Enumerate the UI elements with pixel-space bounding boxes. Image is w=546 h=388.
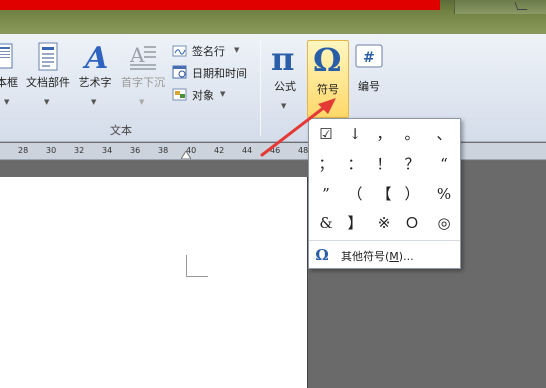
equation-label: 公式	[274, 80, 296, 93]
quickparts-button[interactable]: 文档部件 ▼	[23, 42, 73, 106]
ruler-tick: 36	[130, 146, 141, 155]
ruler-tick: 32	[74, 146, 85, 155]
ruler-tick: 48	[298, 146, 309, 155]
more-symbols-label: 其他符号(M)...	[341, 250, 414, 263]
horizontal-ruler[interactable]: 28 30 32 34 36 38 40 42 44 46 48	[0, 143, 546, 160]
signature-button[interactable]: 签名行 ▼	[172, 42, 262, 60]
more-symbols-item[interactable]: Ω 其他符号(M)...	[309, 242, 460, 268]
signature-icon	[172, 45, 187, 57]
symbol-cell[interactable]: ：	[341, 151, 369, 177]
symbol-dropdown: ☑ ↓，。、 ；：！？ “ ” （【）% &】 ※ Ｏ ◎ Ω 其他符号(M)...	[308, 118, 461, 269]
symbol-cell[interactable]: ！	[370, 151, 398, 177]
chevron-down-icon: ▼	[234, 46, 240, 54]
symbol-cell[interactable]: ）	[398, 181, 426, 207]
wordart-icon: A	[82, 42, 108, 72]
ruler-tick: 44	[242, 146, 253, 155]
title-bar	[0, 0, 546, 34]
symbol-cell[interactable]: &	[312, 210, 340, 236]
chevron-down-icon: ▼	[44, 98, 50, 106]
symbol-cell[interactable]: 。	[398, 121, 426, 147]
symbol-cell[interactable]: （	[341, 181, 369, 207]
group-label-text: 文本	[110, 124, 132, 137]
svg-text:π: π	[271, 42, 294, 76]
symbol-cell[interactable]: ；	[312, 151, 340, 177]
ribbon-insert-tab: 本框 ▼ 文档部件 ▼ A 艺术字 ▼ A 首字下沉 ▼ 签名行 ▼ 日期和时间…	[0, 34, 546, 142]
number-icon: #	[355, 44, 383, 68]
object-button[interactable]: 对象 ▼	[172, 86, 262, 104]
symbol-cell[interactable]: ☑	[312, 121, 340, 147]
symbol-cell[interactable]: 、	[430, 121, 458, 147]
svg-text:Ω: Ω	[313, 43, 341, 77]
symbol-cell[interactable]: ※	[370, 210, 398, 236]
svg-text:A: A	[129, 43, 145, 67]
quickparts-icon	[38, 42, 58, 71]
symbol-cell[interactable]: ”	[312, 181, 340, 207]
symbol-cell[interactable]: ，	[370, 121, 398, 147]
omega-icon: Ω	[313, 43, 341, 77]
equation-button[interactable]: π 公式 ▼	[266, 42, 304, 110]
symbol-cell[interactable]: ◎	[430, 210, 458, 236]
ruler-tick: 34	[102, 146, 113, 155]
chevron-down-icon: ▼	[4, 98, 10, 106]
dropdown-divider	[309, 240, 460, 241]
wordart-label: 艺术字	[78, 76, 112, 89]
omega-icon: Ω	[315, 246, 329, 264]
number-label: 编号	[358, 80, 380, 93]
datetime-icon	[172, 65, 187, 79]
chevron-down-icon: ▼	[325, 101, 331, 109]
wordart-button[interactable]: A 艺术字 ▼	[76, 42, 114, 106]
quickparts-label: 文档部件	[26, 76, 70, 89]
window-controls[interactable]	[454, 0, 546, 14]
margin-corner-mark	[186, 255, 208, 277]
group-separator	[260, 40, 261, 136]
pi-icon: π	[271, 42, 294, 76]
chevron-down-icon: ▼	[220, 90, 226, 98]
symbol-button[interactable]: Ω 符号 ▼	[307, 40, 349, 118]
textbox-icon	[0, 43, 13, 69]
number-button[interactable]: # 编号	[352, 42, 386, 94]
ruler-tick: 42	[214, 146, 225, 155]
ruler-tick: 30	[46, 146, 57, 155]
textbox-button[interactable]: 本框 ▼	[0, 42, 22, 106]
ruler-tick: 38	[158, 146, 169, 155]
chevron-down-icon: ▼	[139, 98, 145, 106]
symbol-cell[interactable]: “	[430, 151, 458, 177]
signature-label: 签名行	[192, 45, 225, 58]
symbol-cell[interactable]: ？	[398, 151, 426, 177]
chevron-down-icon: ▼	[91, 98, 97, 106]
document-page[interactable]	[0, 177, 308, 388]
restore-icon[interactable]	[514, 2, 528, 10]
object-icon	[172, 88, 187, 101]
svg-text:#: #	[363, 50, 375, 66]
ruler-tick: 28	[18, 146, 29, 155]
datetime-label: 日期和时间	[192, 67, 247, 80]
dropcap-button[interactable]: A 首字下沉 ▼	[117, 42, 169, 106]
indent-marker-icon[interactable]	[181, 151, 191, 159]
symbol-cell[interactable]: 【	[370, 181, 398, 207]
ruler-tick: 46	[270, 146, 281, 155]
symbol-cell[interactable]: Ｏ	[398, 210, 426, 236]
symbol-label: 符号	[317, 83, 339, 96]
symbol-cell[interactable]: ↓	[341, 121, 369, 147]
dropcap-label: 首字下沉	[121, 76, 165, 89]
datetime-button[interactable]: 日期和时间	[172, 64, 262, 82]
symbol-cell[interactable]: 】	[341, 210, 369, 236]
title-highlight	[0, 0, 440, 10]
object-label: 对象	[192, 89, 214, 102]
symbol-cell[interactable]: %	[430, 181, 458, 207]
dropcap-icon: A	[129, 43, 156, 70]
chevron-down-icon: ▼	[281, 102, 287, 110]
textbox-label: 本框	[0, 76, 18, 89]
svg-text:A: A	[82, 42, 108, 72]
